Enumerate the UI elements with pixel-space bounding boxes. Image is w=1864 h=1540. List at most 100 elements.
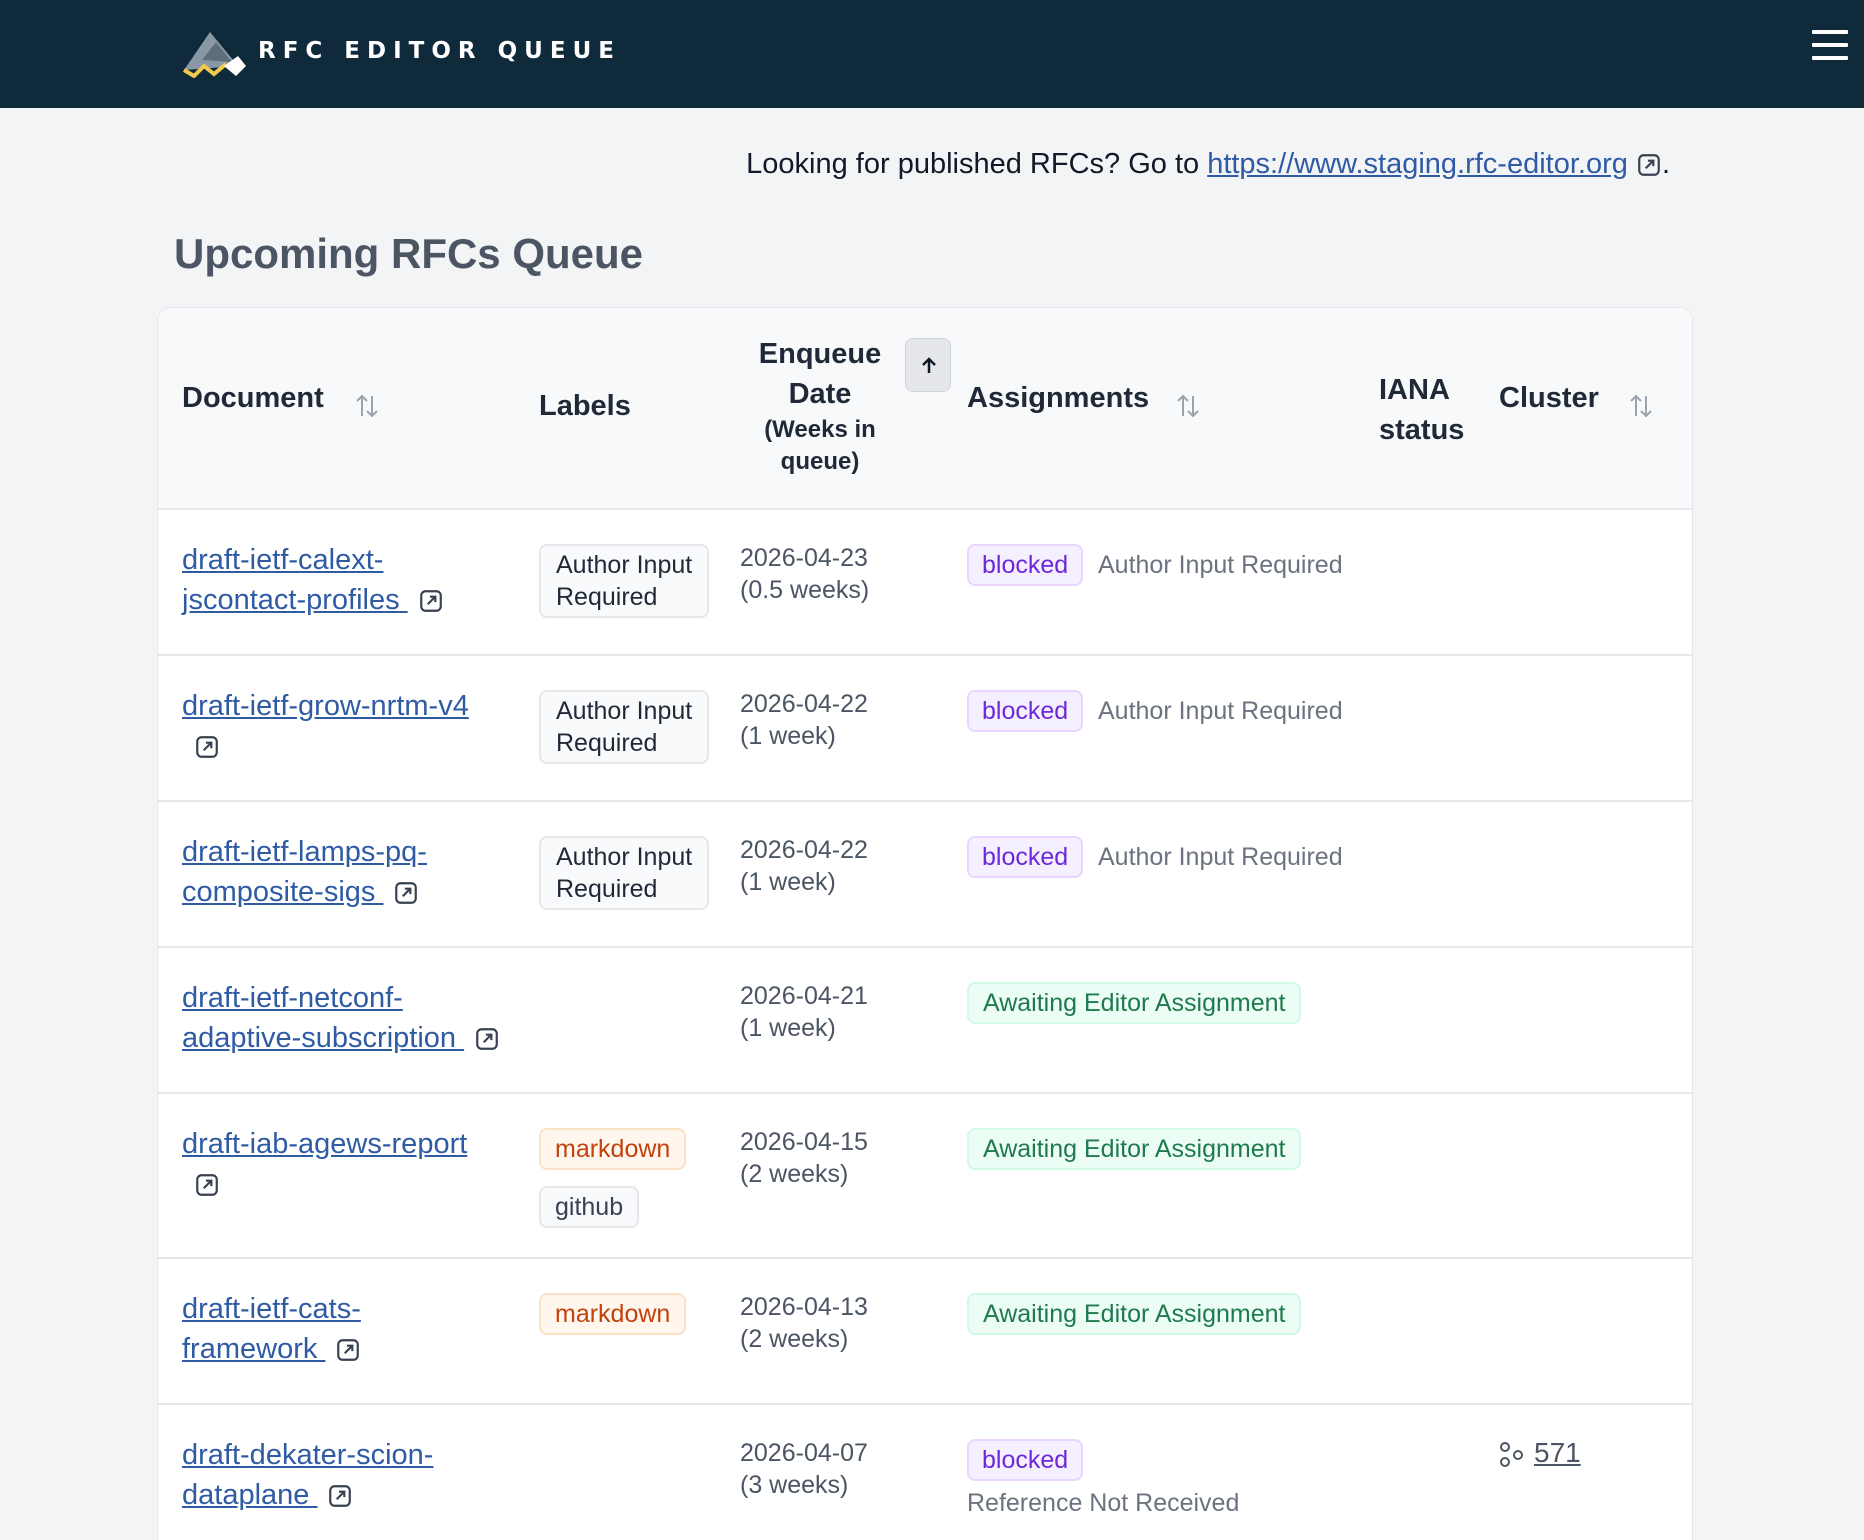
external-link-icon [419,590,442,613]
date-text: 2026-04-22 [740,836,868,864]
document-link[interactable]: draft-iab-agews-report [182,1124,467,1204]
document-link-line: draft-ietf-netconf- [182,982,403,1014]
table-row: draft-dekater-scion- dataplane 2026-04-0… [158,1405,1692,1540]
document-link-line: framework [182,1333,318,1365]
header-labels: Labels [539,390,631,422]
date-text: 2026-04-22 [740,690,868,718]
enqueue-date: 2026-04-22 (1 week) [740,688,868,752]
status-badge: Awaiting Editor Assignment [967,1293,1302,1335]
cluster-cell: 571 [1498,1437,1581,1469]
document-link[interactable]: draft-ietf-cats- framework [182,1289,361,1369]
page-title: Upcoming RFCs Queue [174,230,644,277]
document-link-line: draft-ietf-grow-nrtm-v4 [182,690,469,722]
label-text: Required [556,729,658,757]
table-row: draft-ietf-grow-nrtm-v4 Author Input Req… [158,656,1692,802]
header-assignments[interactable]: Assignments [967,382,1149,415]
cluster-link[interactable]: 571 [1534,1437,1581,1468]
header-enqueue-line2: Date [788,378,852,410]
sort-icon[interactable] [1628,392,1654,420]
table-row: draft-ietf-cats- framework markdown 2026… [158,1259,1692,1405]
enqueue-date: 2026-04-07 (3 weeks) [740,1437,868,1501]
document-link[interactable]: draft-dekater-scion- dataplane [182,1435,433,1515]
queue-table: Document Labels Enqueue Date (Weeks in q… [157,307,1693,1540]
label-text: Author Input [556,697,693,725]
label-text: Required [556,875,658,903]
table-row: draft-ietf-calext- jscontact-profiles Au… [158,510,1692,656]
rfc-editor-logo-icon[interactable] [180,26,252,78]
status-badge: blocked [967,690,1084,732]
status-badge: blocked [967,544,1084,586]
enqueue-date: 2026-04-15 (2 weeks) [740,1126,868,1190]
external-link-icon [476,1028,498,1051]
hamburger-menu-icon[interactable] [1812,30,1848,66]
notice-prefix: Looking for published RFCs? Go to [746,148,1208,180]
staging-rfc-editor-link[interactable]: https://www.staging.rfc-editor.org [1207,148,1628,180]
status-badge: Awaiting Editor Assignment [967,1128,1302,1170]
label-text: Author Input [556,843,693,871]
header-cluster[interactable]: Cluster [1499,382,1599,415]
label-badge-github: github [539,1186,640,1228]
label-badge: Author Input Required [539,544,710,618]
header-enqueue-date[interactable]: Enqueue Date (Weeks in queue) [740,334,900,478]
header-enqueue-sub2: queue) [780,448,860,475]
notice-suffix: . [1661,148,1670,180]
enqueue-date: 2026-04-21 (1 week) [740,980,868,1044]
assignment-text: Author Input Required [1098,551,1343,579]
header-iana-status: IANA status [1379,370,1464,450]
document-link[interactable]: draft-ietf-netconf- adaptive-subscriptio… [182,978,500,1058]
table-row: draft-ietf-netconf- adaptive-subscriptio… [158,948,1692,1094]
document-link-line: draft-dekater-scion- [182,1439,434,1471]
label-text: Required [556,583,658,611]
published-rfcs-notice: Looking for published RFCs? Go to https:… [746,148,1670,181]
enqueue-date: 2026-04-22 (1 week) [740,834,868,898]
external-link-icon [395,882,418,905]
document-link-line: dataplane [182,1479,310,1511]
document-link[interactable]: draft-ietf-lamps-pq- composite-sigs [182,832,427,912]
assignment-text: Author Input Required [1098,697,1343,725]
label-badge: Author Input Required [539,690,710,764]
document-link-line: jscontact-profiles [182,584,400,616]
label-badge: Author Input Required [539,836,710,910]
label-badge-markdown: markdown [539,1293,687,1335]
status-badge: blocked [967,836,1084,878]
table-header: Document Labels Enqueue Date (Weeks in q… [158,308,1692,510]
date-text: 2026-04-15 [740,1128,868,1156]
label-badge-markdown: markdown [539,1128,687,1170]
table-row: draft-iab-agews-report markdown github 2… [158,1094,1692,1259]
header-enqueue-sub1: (Weeks in [764,416,876,443]
document-link[interactable]: draft-ietf-calext- jscontact-profiles [182,540,444,620]
external-link-icon [329,1485,352,1508]
weeks-text: (2 weeks) [740,1325,849,1353]
weeks-text: (0.5 weeks) [740,576,870,604]
brand-title[interactable]: RFC EDITOR QUEUE [258,38,621,64]
document-link-line: draft-ietf-calext- [182,544,384,576]
date-text: 2026-04-23 [740,544,868,572]
document-link[interactable]: draft-ietf-grow-nrtm-v4 [182,686,469,766]
status-badge: Awaiting Editor Assignment [967,982,1302,1024]
assignment-text: Reference Not Received [967,1489,1240,1517]
date-text: 2026-04-13 [740,1293,868,1321]
table-row: draft-ietf-lamps-pq- composite-sigs Auth… [158,802,1692,948]
arrow-up-icon [922,357,936,373]
header-document[interactable]: Document [182,382,324,415]
external-link-icon [1638,154,1660,177]
header-iana-line2: status [1379,414,1465,446]
date-text: 2026-04-21 [740,982,868,1010]
document-link-line: draft-iab-agews-report [182,1128,468,1160]
weeks-text: (1 week) [740,1014,836,1042]
sort-ascending-button[interactable] [905,338,951,392]
external-link-icon [196,736,218,759]
date-text: 2026-04-07 [740,1439,868,1467]
weeks-text: (3 weeks) [740,1471,849,1499]
weeks-text: (1 week) [740,868,836,896]
sort-icon[interactable] [354,392,380,420]
sort-icon[interactable] [1175,392,1201,420]
top-navbar: RFC EDITOR QUEUE [0,0,1864,108]
external-link-icon [196,1174,218,1197]
document-link-line: draft-ietf-cats- [182,1293,361,1325]
label-text: Author Input [556,551,693,579]
document-link-line: draft-ietf-lamps-pq- [182,836,427,868]
cluster-icon [1500,1441,1523,1467]
external-link-icon [337,1339,360,1362]
enqueue-date: 2026-04-23 (0.5 weeks) [740,542,869,606]
